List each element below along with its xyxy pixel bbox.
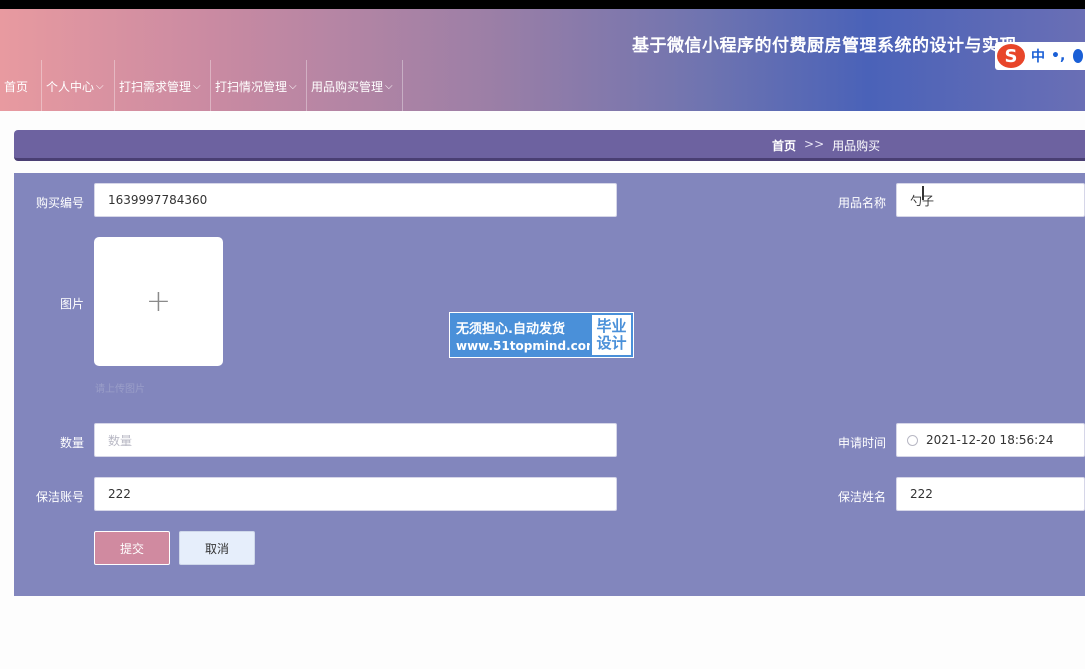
cleaner-name-input[interactable]: 222: [896, 477, 1085, 511]
nav-item-home[interactable]: 首页: [0, 60, 42, 112]
nav-item-label: 打扫需求管理: [119, 79, 192, 94]
quantity-input[interactable]: 数量: [94, 423, 617, 457]
breadcrumb-separator: >>: [804, 137, 825, 151]
cancel-button[interactable]: 取消: [179, 531, 255, 565]
breadcrumb-home[interactable]: 首页: [772, 137, 796, 154]
quantity-label: 数量: [59, 436, 84, 450]
sogou-ime-icon[interactable]: S: [997, 44, 1025, 68]
apply-time-label: 申请时间: [837, 436, 886, 450]
purchase-no-label: 购买编号: [35, 196, 84, 210]
cleaner-account-label: 保洁账号: [35, 490, 84, 504]
nav-item-label: 用品购买管理: [311, 79, 384, 94]
ime-punct-icon[interactable]: •,: [1051, 48, 1065, 64]
nav-item-label: 首页: [4, 79, 29, 94]
cleaner-name-label: 保洁姓名: [837, 490, 886, 504]
clock-icon: [907, 434, 918, 446]
item-name-input[interactable]: 勺子: [896, 183, 1085, 217]
ime-toolbar[interactable]: S 中 •,: [995, 42, 1085, 70]
breadcrumb-bar: 首页 >> 用品购买: [14, 130, 1085, 161]
top-black-strip: [0, 0, 1085, 9]
watermark-line2: www.51topmind.com: [456, 338, 599, 353]
app-title: 基于微信小程序的付费厨房管理系统的设计与实现: [632, 36, 1017, 56]
purchase-no-input[interactable]: 1639997784360: [94, 183, 617, 217]
image-upload[interactable]: +: [94, 237, 223, 366]
plus-icon: +: [145, 284, 172, 319]
chevron-down-icon: ⌵: [289, 80, 297, 92]
nav-item-personal-center[interactable]: 个人中心 ⌵: [42, 60, 115, 112]
nav-item-label: 打扫情况管理: [215, 79, 288, 94]
watermark-badge-line1: 毕业: [596, 317, 627, 335]
breadcrumb: 首页 >> 用品购买: [772, 137, 880, 154]
item-name-label: 用品名称: [837, 196, 886, 210]
apply-time-value: 2021-12-20 18:56:24: [926, 433, 1054, 447]
upload-tip: 请上传图片: [95, 384, 145, 395]
ime-emoji-icon[interactable]: [1073, 49, 1084, 63]
watermark-line1: 无须担心.自动发货: [456, 321, 565, 337]
apply-time-input[interactable]: 2021-12-20 18:56:24: [896, 423, 1085, 457]
ime-mode[interactable]: 中: [1031, 46, 1045, 66]
cleaner-account-input[interactable]: 222: [94, 477, 617, 511]
watermark-text: 无须担心.自动发货 www.51topmind.com: [450, 313, 599, 357]
text-cursor: [922, 186, 924, 200]
watermark-badge: 毕业 设计: [590, 313, 633, 357]
image-label: 图片: [59, 297, 84, 311]
breadcrumb-current: 用品购买: [832, 139, 881, 153]
main-nav: 首页 个人中心 ⌵ 打扫需求管理 ⌵ 打扫情况管理 ⌵ 用品购买管理 ⌵: [0, 60, 403, 112]
watermark-badge-line2: 设计: [596, 334, 627, 352]
chevron-down-icon: ⌵: [385, 80, 393, 92]
nav-item-cleaning-status[interactable]: 打扫情况管理 ⌵: [211, 60, 307, 112]
nav-item-supply-purchase[interactable]: 用品购买管理 ⌵: [307, 60, 403, 112]
purchase-form: 购买编号 1639997784360 用品名称 勺子 图片 + 请上传图片 数量…: [14, 173, 1085, 596]
chevron-down-icon: ⌵: [193, 80, 201, 92]
watermark-banner: 无须担心.自动发货 www.51topmind.com 毕业 设计: [449, 312, 634, 358]
nav-item-label: 个人中心: [46, 79, 95, 94]
submit-button[interactable]: 提交: [94, 531, 170, 565]
chevron-down-icon: ⌵: [96, 80, 104, 92]
nav-item-cleaning-demand[interactable]: 打扫需求管理 ⌵: [115, 60, 211, 112]
